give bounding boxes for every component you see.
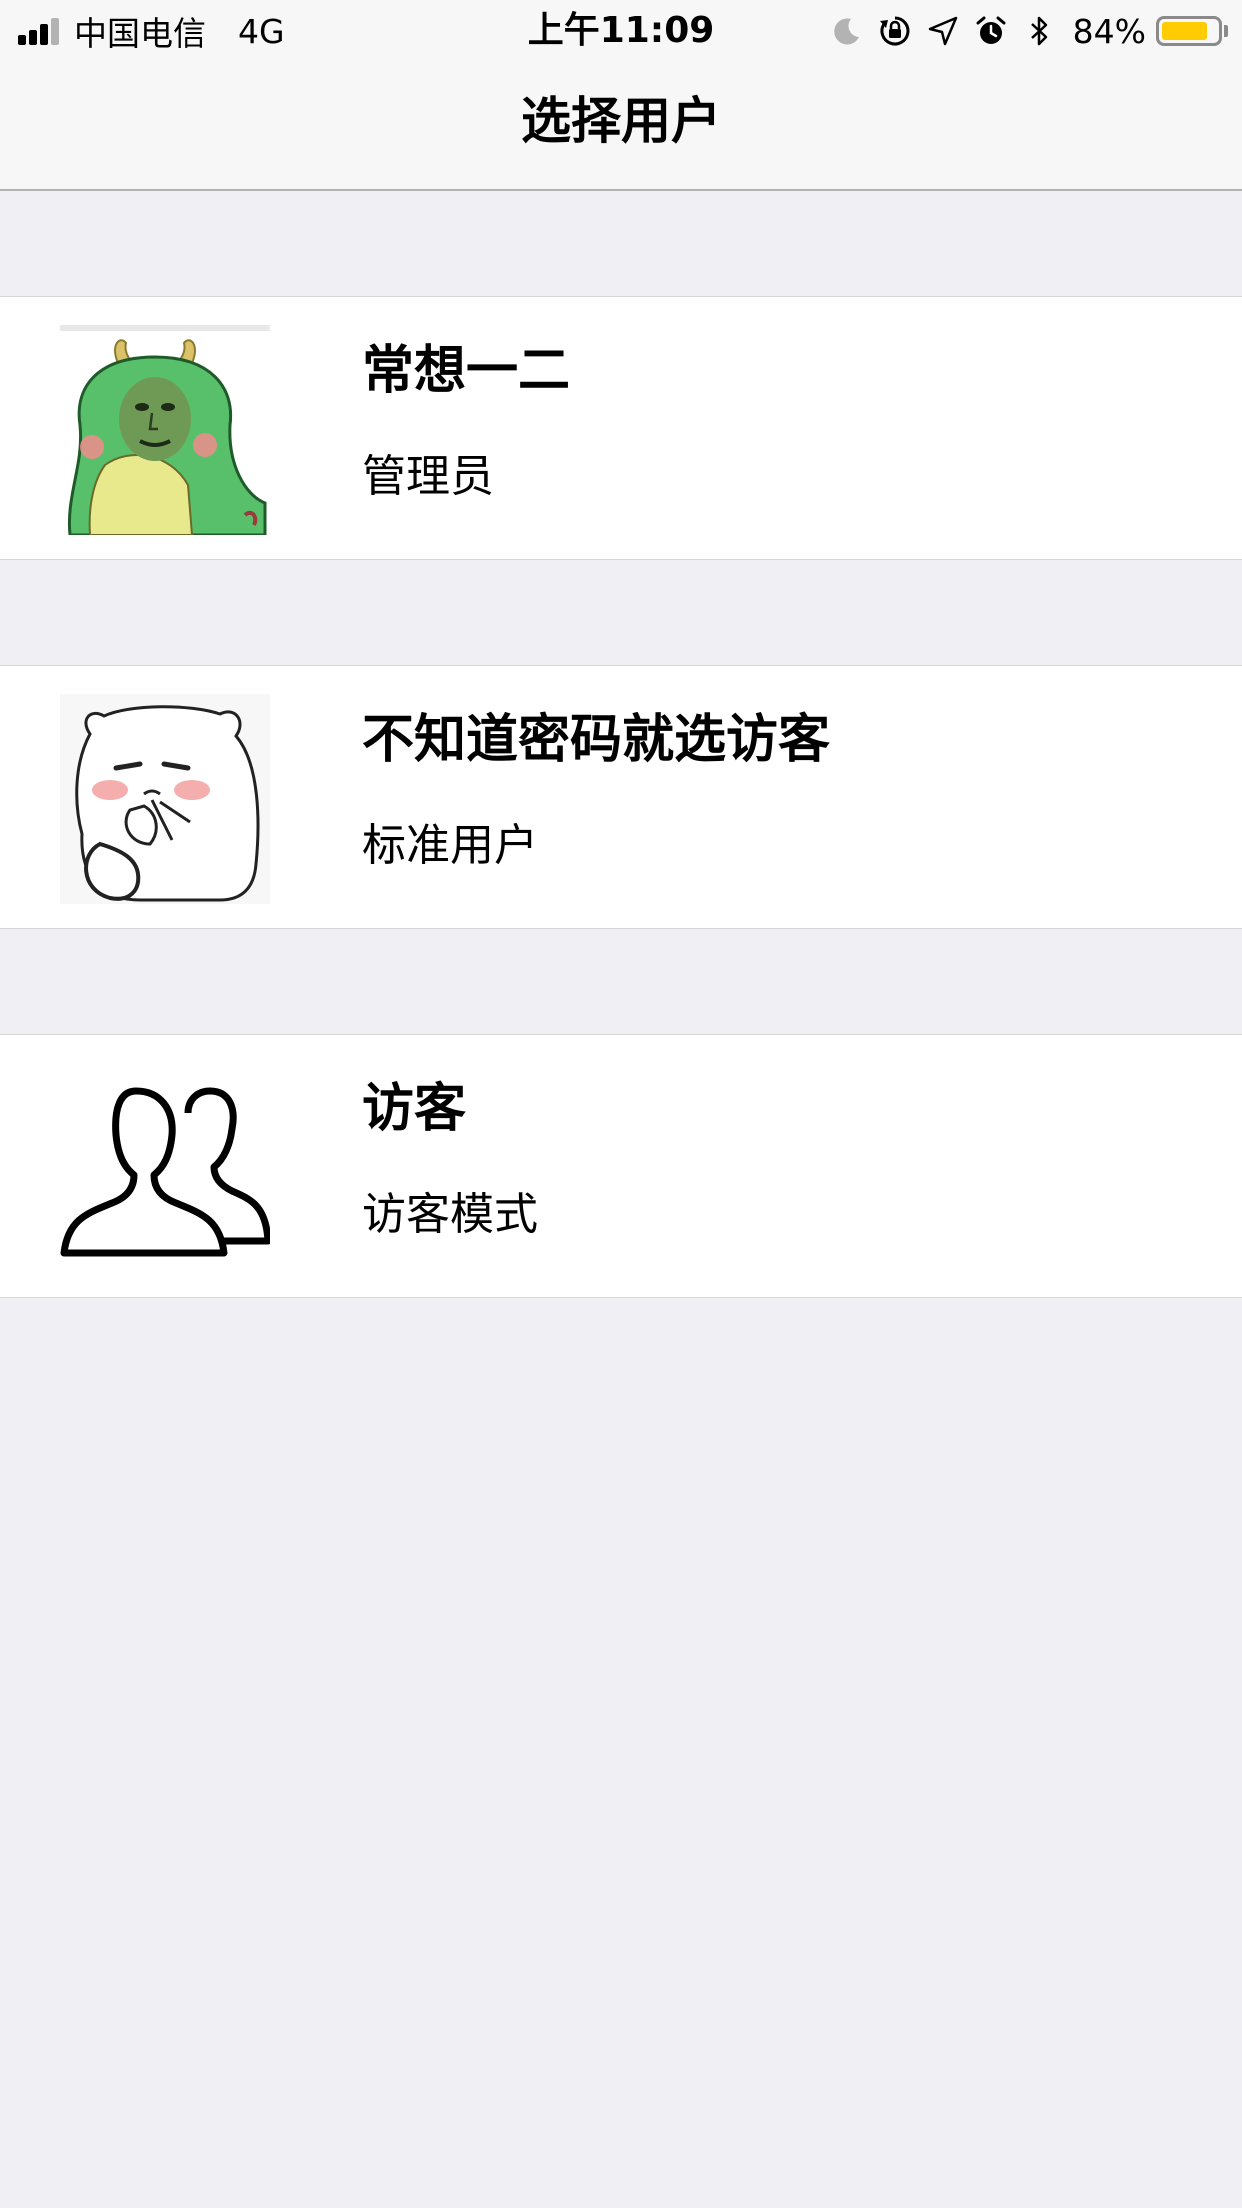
user-role: 访客模式 bbox=[362, 1189, 538, 1240]
green-dinosaur-meme-avatar bbox=[60, 325, 270, 535]
alarm-icon bbox=[975, 15, 1007, 47]
status-bar: 中国电信 4G 上午11:09 84% bbox=[0, 0, 1242, 62]
page-title: 选择用户 bbox=[521, 92, 721, 150]
user-role: 管理员 bbox=[362, 451, 494, 502]
status-bar-right: 84% bbox=[815, 8, 1228, 54]
navigation-bar: 选择用户 bbox=[0, 62, 1242, 191]
rotation-lock-icon bbox=[879, 15, 911, 47]
user-list-item[interactable]: 访客 访客模式 bbox=[0, 1034, 1242, 1298]
user-name: 不知道密码就选访客 bbox=[362, 710, 831, 770]
user-list-item[interactable]: 常想一二 管理员 bbox=[0, 296, 1242, 560]
user-name: 访客 bbox=[362, 1079, 467, 1139]
battery-percentage: 84% bbox=[1072, 11, 1146, 51]
user-name: 常想一二 bbox=[362, 341, 571, 401]
guest-users-icon bbox=[60, 1063, 270, 1273]
moon-icon bbox=[831, 15, 863, 47]
bluetooth-icon bbox=[1023, 15, 1055, 47]
bear-meme-avatar bbox=[60, 694, 270, 904]
user-list-item[interactable]: 不知道密码就选访客 标准用户 bbox=[0, 665, 1242, 929]
user-role: 标准用户 bbox=[362, 820, 538, 871]
location-icon bbox=[927, 15, 959, 47]
battery-level-fill bbox=[1162, 22, 1208, 40]
battery-icon bbox=[1156, 16, 1222, 46]
battery-tip bbox=[1224, 25, 1228, 37]
